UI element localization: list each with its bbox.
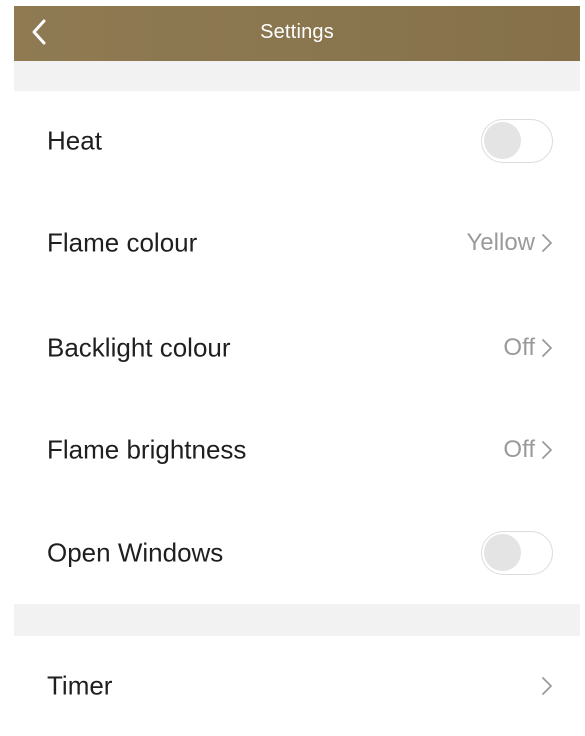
chevron-right-icon [540,232,554,254]
heat-row: Heat [14,91,580,191]
settings-screen: Settings Heat Flame colour Yellow Backli… [0,0,585,736]
timer-row[interactable]: Timer [14,636,580,736]
section-divider [14,604,580,636]
page-title: Settings [260,21,334,43]
chevron-right-icon [540,439,554,461]
backlight-colour-value: Off [503,334,535,361]
heat-toggle[interactable] [481,119,553,163]
flame-colour-row[interactable]: Flame colour Yellow [14,193,580,293]
toggle-knob [484,534,521,571]
open-windows-row: Open Windows [14,503,580,603]
section-divider [14,61,580,91]
heat-label: Heat [47,125,102,156]
open-windows-label: Open Windows [47,537,224,568]
chevron-right-icon [540,337,554,359]
flame-brightness-row[interactable]: Flame brightness Off [14,400,580,500]
backlight-colour-label: Backlight colour [47,332,231,363]
toggle-knob [484,122,521,159]
navigation-bar: Settings [14,6,580,61]
flame-colour-value: Yellow [466,229,536,256]
open-windows-toggle[interactable] [481,531,553,575]
chevron-right-icon [540,675,554,697]
flame-colour-label: Flame colour [47,227,198,258]
flame-brightness-value: Off [503,436,535,463]
backlight-colour-row[interactable]: Backlight colour Off [14,298,580,398]
flame-brightness-label: Flame brightness [47,434,247,465]
timer-label: Timer [47,670,113,701]
